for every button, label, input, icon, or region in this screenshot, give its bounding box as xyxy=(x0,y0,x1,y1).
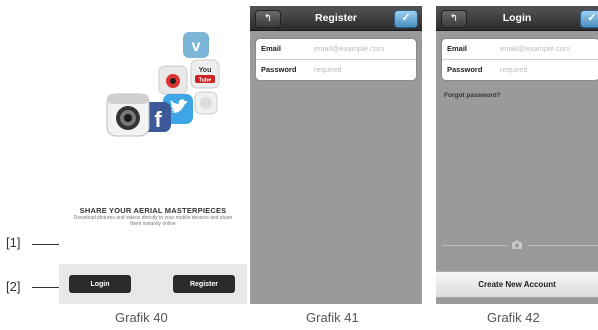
password-field[interactable]: required xyxy=(500,60,528,80)
chat-icon xyxy=(194,91,218,115)
youtube-icon: You Tube xyxy=(190,59,220,89)
caption-40: Grafik 40 xyxy=(115,310,168,325)
login-navbar: ↰ Login ✓ xyxy=(436,6,598,31)
login-screen: ↰ Login ✓ Email email@example.com Passwo… xyxy=(436,6,598,304)
register-form: Email email@example.com Password require… xyxy=(255,38,417,81)
divider-right xyxy=(528,245,598,246)
caption-41: Grafik 41 xyxy=(306,310,359,325)
login-form: Email email@example.com Password require… xyxy=(441,38,598,81)
welcome-bottom-bar: Login Register xyxy=(59,264,247,304)
welcome-screen: v You Tube f SHARE YOUR AERIAL MASTERPIEC… xyxy=(59,6,247,304)
share-subline: Download pictures and videos directly to… xyxy=(73,215,233,227)
login-button[interactable]: Login xyxy=(69,275,131,293)
password-row[interactable]: Password required xyxy=(256,60,416,80)
login-title: Login xyxy=(502,12,532,24)
confirm-button[interactable]: ✓ xyxy=(394,10,418,28)
camera-icon xyxy=(512,240,522,249)
password-field[interactable]: required xyxy=(314,60,342,80)
vimeo-icon: v xyxy=(183,32,209,58)
register-navbar: ↰ Register ✓ xyxy=(250,6,422,31)
weibo-icon xyxy=(158,65,188,95)
svg-text:You: You xyxy=(199,67,212,74)
confirm-button[interactable]: ✓ xyxy=(580,10,598,28)
callout-1: [1] xyxy=(6,235,21,250)
email-label: Email xyxy=(261,44,282,53)
camera-icon xyxy=(106,93,150,137)
email-field[interactable]: email@example.com xyxy=(500,39,570,59)
email-label: Email xyxy=(447,44,468,53)
forgot-password-link[interactable]: Forgot password? xyxy=(444,92,501,99)
register-button[interactable]: Register xyxy=(173,275,235,293)
svg-text:v: v xyxy=(192,38,201,55)
password-row[interactable]: Password required xyxy=(442,60,598,80)
email-field[interactable]: email@example.com xyxy=(314,39,384,59)
caption-42: Grafik 42 xyxy=(487,310,540,325)
create-account-button[interactable]: Create New Account xyxy=(436,271,598,298)
svg-text:f: f xyxy=(154,107,162,132)
share-headline: SHARE YOUR AERIAL MASTERPIECES xyxy=(79,206,227,215)
social-icons-graphic: v You Tube f xyxy=(106,32,220,137)
svg-text:Tube: Tube xyxy=(199,78,212,84)
register-screen: ↰ Register ✓ Email email@example.com Pas… xyxy=(250,6,422,304)
callout-2: [2] xyxy=(6,279,21,294)
password-label: Password xyxy=(261,65,297,74)
social-icon-cluster: v You Tube f xyxy=(103,30,223,140)
divider-left xyxy=(442,245,508,246)
email-row[interactable]: Email email@example.com xyxy=(442,39,598,60)
password-label: Password xyxy=(447,65,483,74)
email-row[interactable]: Email email@example.com xyxy=(256,39,416,60)
